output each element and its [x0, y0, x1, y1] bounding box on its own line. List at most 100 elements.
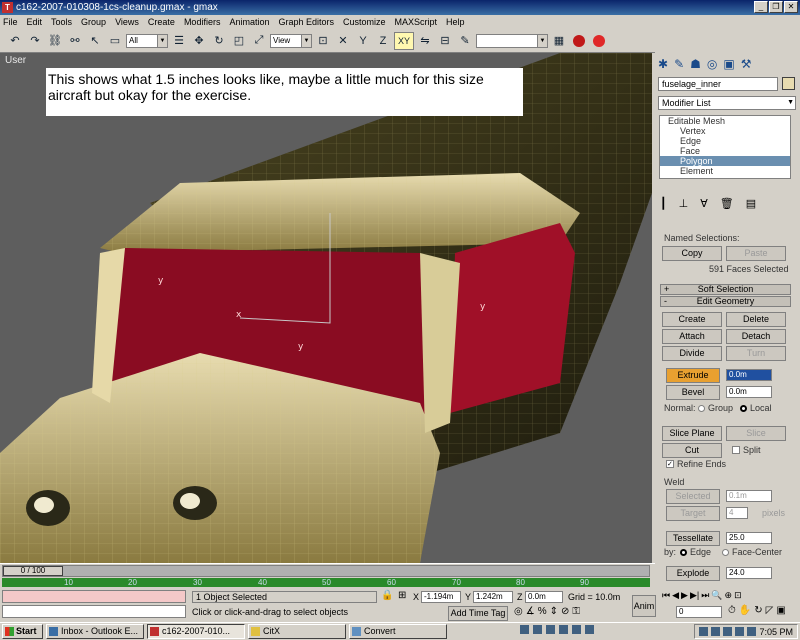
taskbar-item-citx[interactable]: CitX	[248, 624, 346, 639]
stack-item-polygon[interactable]: Polygon	[660, 156, 790, 166]
y-coordinate-field[interactable]: 1.242m	[473, 591, 513, 603]
menu-file[interactable]: File	[3, 17, 18, 27]
face-center-radio[interactable]: Face-Center	[722, 547, 782, 557]
menu-help[interactable]: Help	[446, 17, 465, 27]
viewport[interactable]: x y y y User	[0, 53, 652, 563]
bevel-button[interactable]: Bevel	[666, 385, 720, 400]
time-slider-thumb[interactable]: 0 / 100	[3, 566, 63, 576]
manipulate-icon[interactable]: ⤢	[250, 32, 268, 50]
close-button[interactable]: ✕	[784, 1, 798, 13]
spinner-snap-icon[interactable]: ⇕	[550, 606, 558, 617]
quick-launch-icon[interactable]	[572, 625, 581, 634]
rotate-icon[interactable]: ↻	[210, 32, 228, 50]
scale-icon[interactable]: ◰	[230, 32, 248, 50]
selection-filter-dropdown[interactable]: All ▼	[126, 33, 168, 48]
taskbar-item-outlook[interactable]: Inbox - Outlook E...	[46, 624, 144, 639]
undo-icon[interactable]: ↶	[6, 32, 24, 50]
configure-sets-icon[interactable]: ▤	[746, 197, 756, 210]
extrude-button[interactable]: Extrude	[666, 368, 720, 383]
pan-icon[interactable]: ✋	[739, 605, 751, 616]
local-radio[interactable]: Local	[740, 403, 772, 413]
restrict-xy-button[interactable]: XY	[394, 31, 414, 50]
show-end-result-icon[interactable]: ⊥	[679, 197, 689, 210]
stack-item-face[interactable]: Face	[660, 146, 790, 156]
viewport-label[interactable]: User	[5, 55, 26, 66]
percent-snap-icon[interactable]: %	[538, 606, 547, 617]
tray-icon[interactable]	[699, 627, 709, 636]
select-icon[interactable]: ↖	[86, 32, 104, 50]
absolute-mode-icon[interactable]: ⊞	[398, 590, 412, 603]
split-checkbox[interactable]: Split	[732, 445, 761, 455]
copy-button[interactable]: Copy	[662, 246, 722, 261]
time-slider[interactable]: 0 / 100	[2, 565, 650, 577]
taskbar-item-gmax[interactable]: c162-2007-010...	[147, 624, 245, 639]
restrict-x-icon[interactable]: ✕	[334, 32, 352, 50]
hierarchy-tab-icon[interactable]: ☗	[690, 57, 701, 71]
object-name-field[interactable]: fuselage_inner	[658, 77, 778, 91]
gmax-icon[interactable]: T	[2, 2, 13, 13]
remove-modifier-icon[interactable]: 🗑	[720, 197, 734, 210]
select-by-name-icon[interactable]: ☰	[170, 32, 188, 50]
time-config-icon[interactable]: ⏱	[728, 605, 736, 616]
angle-snap-icon[interactable]: ∡	[526, 606, 535, 617]
detach-button[interactable]: Detach	[726, 329, 786, 344]
next-frame-icon[interactable]: ▶|	[690, 590, 699, 601]
quick-launch-icon[interactable]	[559, 625, 568, 634]
make-unique-icon[interactable]: ∀	[700, 197, 708, 210]
quick-launch-icon[interactable]	[585, 625, 594, 634]
weld-target-field[interactable]: 4	[726, 507, 748, 519]
move-icon[interactable]: ✥	[190, 32, 208, 50]
weld-selected-button[interactable]: Selected	[666, 489, 720, 504]
modifier-list-dropdown[interactable]: Modifier List ▼	[658, 96, 796, 110]
menu-edit[interactable]: Edit	[27, 17, 43, 27]
display-tab-icon[interactable]: ▣	[723, 57, 734, 71]
restrict-y-icon[interactable]: Y	[354, 32, 372, 50]
maxscript-listener-pink[interactable]	[2, 590, 186, 603]
explode-button[interactable]: Explode	[666, 566, 720, 581]
restrict-z-icon[interactable]: Z	[374, 32, 392, 50]
edit-geometry-rollout[interactable]: - Edit Geometry	[660, 296, 791, 307]
unlink-icon[interactable]: ⚯	[66, 32, 84, 50]
named-selection-dropdown[interactable]: ▼	[476, 33, 548, 48]
tray-icon[interactable]	[723, 627, 733, 636]
tray-icon[interactable]	[735, 627, 745, 636]
attach-button[interactable]: Attach	[662, 329, 722, 344]
quick-launch-icon[interactable]	[546, 625, 555, 634]
divide-button[interactable]: Divide	[662, 346, 722, 361]
tessellate-tension-field[interactable]: 25.0	[726, 532, 772, 544]
clock[interactable]: 7:05 PM	[759, 627, 793, 637]
menu-maxscript[interactable]: MAXScript	[395, 17, 438, 27]
turn-button[interactable]: Turn	[726, 346, 786, 361]
menu-animation[interactable]: Animation	[229, 17, 269, 27]
menu-views[interactable]: Views	[115, 17, 139, 27]
create-button[interactable]: Create	[662, 312, 722, 327]
tessellate-button[interactable]: Tessellate	[666, 531, 720, 546]
ref-coord-dropdown[interactable]: View ▼	[270, 33, 312, 48]
lock-selection-icon[interactable]: 🔒	[381, 590, 395, 603]
slice-plane-button[interactable]: Slice Plane	[662, 426, 722, 441]
weld-target-button[interactable]: Target	[666, 506, 720, 521]
quick-launch-icon[interactable]	[520, 625, 529, 634]
region-select-icon[interactable]: ▭	[106, 32, 124, 50]
slice-button[interactable]: Slice	[726, 426, 786, 441]
motion-tab-icon[interactable]: ◎	[707, 57, 717, 71]
zoom-icon[interactable]: 🔍	[711, 590, 722, 601]
menu-graph-editors[interactable]: Graph Editors	[278, 17, 334, 27]
previous-frame-icon[interactable]: ◀	[672, 590, 679, 601]
menu-group[interactable]: Group	[81, 17, 106, 27]
maxscript-listener-white[interactable]	[2, 605, 186, 618]
edge-radio[interactable]: Edge	[680, 547, 711, 557]
pin-stack-icon[interactable]: ┃	[660, 197, 667, 210]
cut-button[interactable]: Cut	[662, 443, 722, 458]
group-radio[interactable]: Group	[698, 403, 733, 413]
utilities-tab-icon[interactable]: ⚒	[741, 57, 752, 71]
soft-selection-rollout[interactable]: + Soft Selection	[660, 284, 791, 295]
stack-item-element[interactable]: Element	[660, 166, 790, 176]
menu-modifiers[interactable]: Modifiers	[184, 17, 221, 27]
minimize-button[interactable]: _	[754, 1, 768, 13]
maximize-viewport-icon[interactable]: ▣	[776, 605, 785, 616]
material-editor-icon[interactable]: ▦	[550, 32, 568, 50]
mirror-icon[interactable]: ⇋	[416, 32, 434, 50]
stack-item-vertex[interactable]: Vertex	[660, 126, 790, 136]
object-color-swatch[interactable]	[782, 77, 795, 90]
